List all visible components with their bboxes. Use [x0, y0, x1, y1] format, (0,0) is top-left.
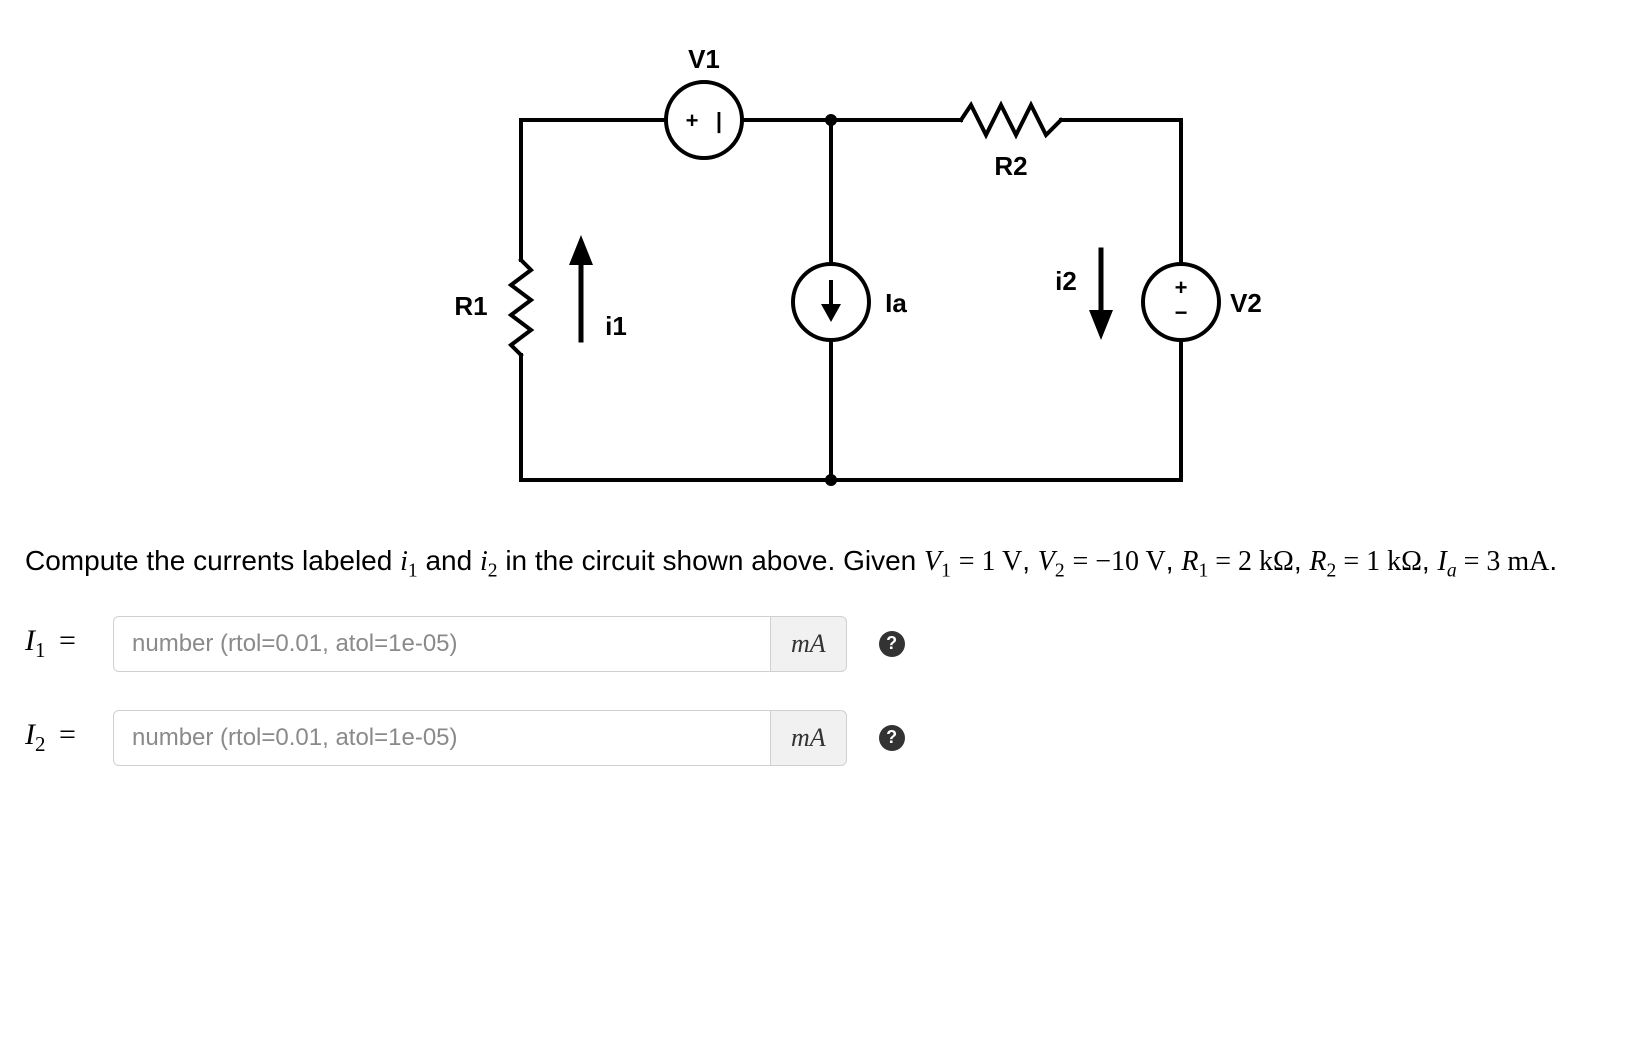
answer-unit-i2: mA: [770, 710, 847, 766]
help-icon[interactable]: ?: [879, 631, 905, 657]
question-prefix: Compute the currents labeled: [25, 545, 400, 576]
answer-input-i2[interactable]: [113, 710, 770, 766]
label-r1: R1: [454, 291, 487, 321]
answer-input-i1[interactable]: [113, 616, 770, 672]
answer-unit-i1: mA: [770, 616, 847, 672]
v2-minus: −: [1174, 300, 1187, 325]
v1-plus: +: [685, 108, 698, 133]
label-v1: V1: [688, 44, 720, 74]
question-text: Compute the currents labeled i1 and i2 i…: [25, 540, 1605, 586]
help-icon[interactable]: ?: [879, 725, 905, 751]
label-v2: V2: [1230, 288, 1262, 318]
circuit-diagram: + | + − V1 R2 R1 i1 Ia i2 V2: [20, 20, 1621, 520]
label-r2: R2: [994, 151, 1027, 181]
answer-row-i2: I2 = mA ?: [25, 710, 1621, 766]
answer-row-i1: I1 = mA ?: [25, 616, 1621, 672]
label-i2: i2: [1055, 266, 1077, 296]
v2-plus: +: [1174, 275, 1187, 300]
answer-label-i2: I2 =: [25, 718, 95, 757]
v1-minus: |: [715, 108, 721, 133]
label-i1: i1: [605, 311, 627, 341]
label-ia: Ia: [885, 288, 907, 318]
answer-label-i1: I1 =: [25, 624, 95, 663]
